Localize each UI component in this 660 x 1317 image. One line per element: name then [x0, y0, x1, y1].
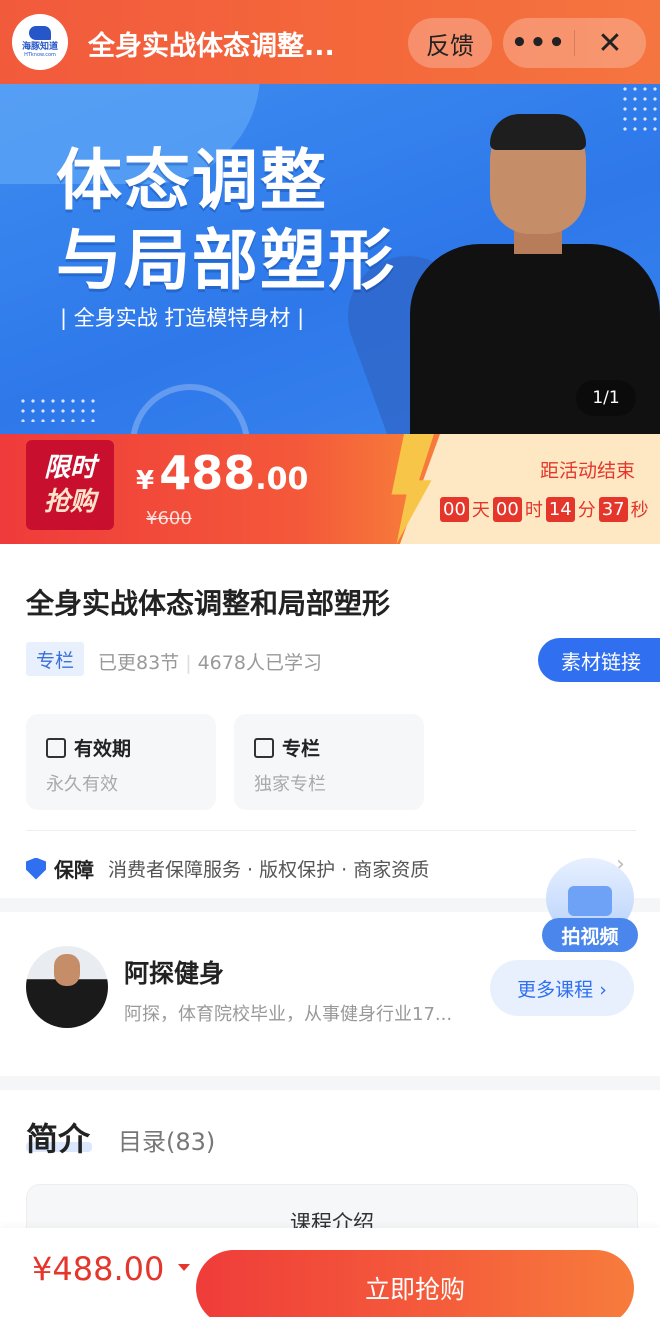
app-logo[interactable]: 海豚知道 HTknow.com: [12, 14, 68, 70]
course-meta: 已更83节 | 4678人已学习: [98, 652, 322, 674]
logo-text: 海豚知道: [21, 42, 58, 52]
countdown-label: 距活动结束: [540, 460, 636, 482]
column-title: 专栏: [282, 738, 321, 760]
close-icon[interactable]: ✕: [575, 26, 645, 61]
shield-icon: [26, 857, 46, 880]
camera-icon: [568, 886, 612, 916]
banner-subtitle: | 全身实战 打造模特身材 |: [60, 306, 305, 330]
caret-down-icon[interactable]: [178, 1264, 190, 1271]
page-indicator: 1/1: [576, 380, 636, 416]
capsule-controls: ••• ✕: [503, 18, 646, 68]
countdown-hours: 00: [492, 496, 522, 522]
feedback-button[interactable]: 反馈: [408, 18, 492, 68]
guarantee-text: 消费者保障服务 · 版权保护 · 商家资质: [108, 859, 430, 881]
shoot-video-button[interactable]: 拍视频: [542, 858, 638, 954]
countdown-minutes: 14: [545, 496, 575, 522]
buy-now-button[interactable]: 立即抢购: [196, 1250, 634, 1317]
author-name[interactable]: 阿探健身: [124, 954, 224, 990]
guarantee-row[interactable]: 保障 消费者保障服务 · 版权保护 · 商家资质: [26, 854, 429, 883]
countdown-days: 00: [440, 496, 469, 522]
tab-catalog[interactable]: 目录(83): [118, 1122, 215, 1157]
top-bar: 海豚知道 HTknow.com 全身实战体态调整... 反馈 ••• ✕: [0, 0, 660, 84]
sale-price: ¥ 488.00: [136, 446, 309, 500]
more-icon[interactable]: •••: [504, 28, 574, 58]
guarantee-label: 保障: [54, 858, 94, 882]
bottom-price: ¥488.00: [32, 1250, 165, 1288]
countdown-panel: [400, 434, 660, 544]
avatar[interactable]: [26, 946, 108, 1028]
logo-sub: HTknow.com: [24, 52, 56, 58]
validity-value: 永久有效: [46, 774, 118, 795]
updated-count: 已更83节: [98, 652, 180, 674]
column-value: 独家专栏: [254, 774, 326, 795]
validity-card: 有效期 永久有效: [26, 714, 216, 810]
course-banner[interactable]: 体态调整 与局部塑形 | 全身实战 打造模特身材 | 1/1: [0, 84, 660, 446]
tab-intro[interactable]: 简介: [26, 1114, 90, 1160]
column-card: 专栏 独家专栏: [234, 714, 424, 810]
banner-title-line1: 体态调整: [56, 142, 328, 219]
banner-title-line2: 与局部塑形: [56, 222, 396, 299]
author-description: 阿探，体育院校毕业，从事健身行业17...: [124, 1004, 453, 1025]
flash-sale-badge: 限时 抢购: [26, 440, 114, 530]
divider: [26, 830, 636, 831]
more-courses-button[interactable]: 更多课程 ›: [490, 960, 634, 1016]
page-title: 全身实战体态调整...: [88, 31, 335, 62]
bottom-bar: ¥488.00 立即抢购: [0, 1228, 660, 1317]
material-link-button[interactable]: 素材链接: [538, 638, 660, 682]
countdown-timer: 00 天 00 时 14 分 37 秒: [440, 496, 652, 522]
shoot-video-label: 拍视频: [542, 918, 638, 952]
course-info-card: 全身实战体态调整和局部塑形 专栏 已更83节 | 4678人已学习 素材链接 有效期…: [0, 544, 660, 898]
flash-sale-bar: 限时 抢购 ¥ 488.00 ¥600 距活动结束 00 天 00 时 14 分…: [0, 434, 660, 544]
countdown-seconds: 37: [598, 496, 628, 522]
validity-title: 有效期: [74, 738, 132, 760]
dolphin-icon: [29, 26, 51, 40]
course-title: 全身实战体态调整和局部塑形: [26, 587, 391, 620]
column-tag: 专栏: [26, 642, 84, 676]
bookmark-icon: [254, 737, 274, 758]
learner-count: 4678人已学习: [197, 652, 322, 674]
original-price: ¥600: [146, 508, 192, 529]
calendar-icon: [46, 737, 66, 758]
dots-decoration: [18, 396, 98, 422]
